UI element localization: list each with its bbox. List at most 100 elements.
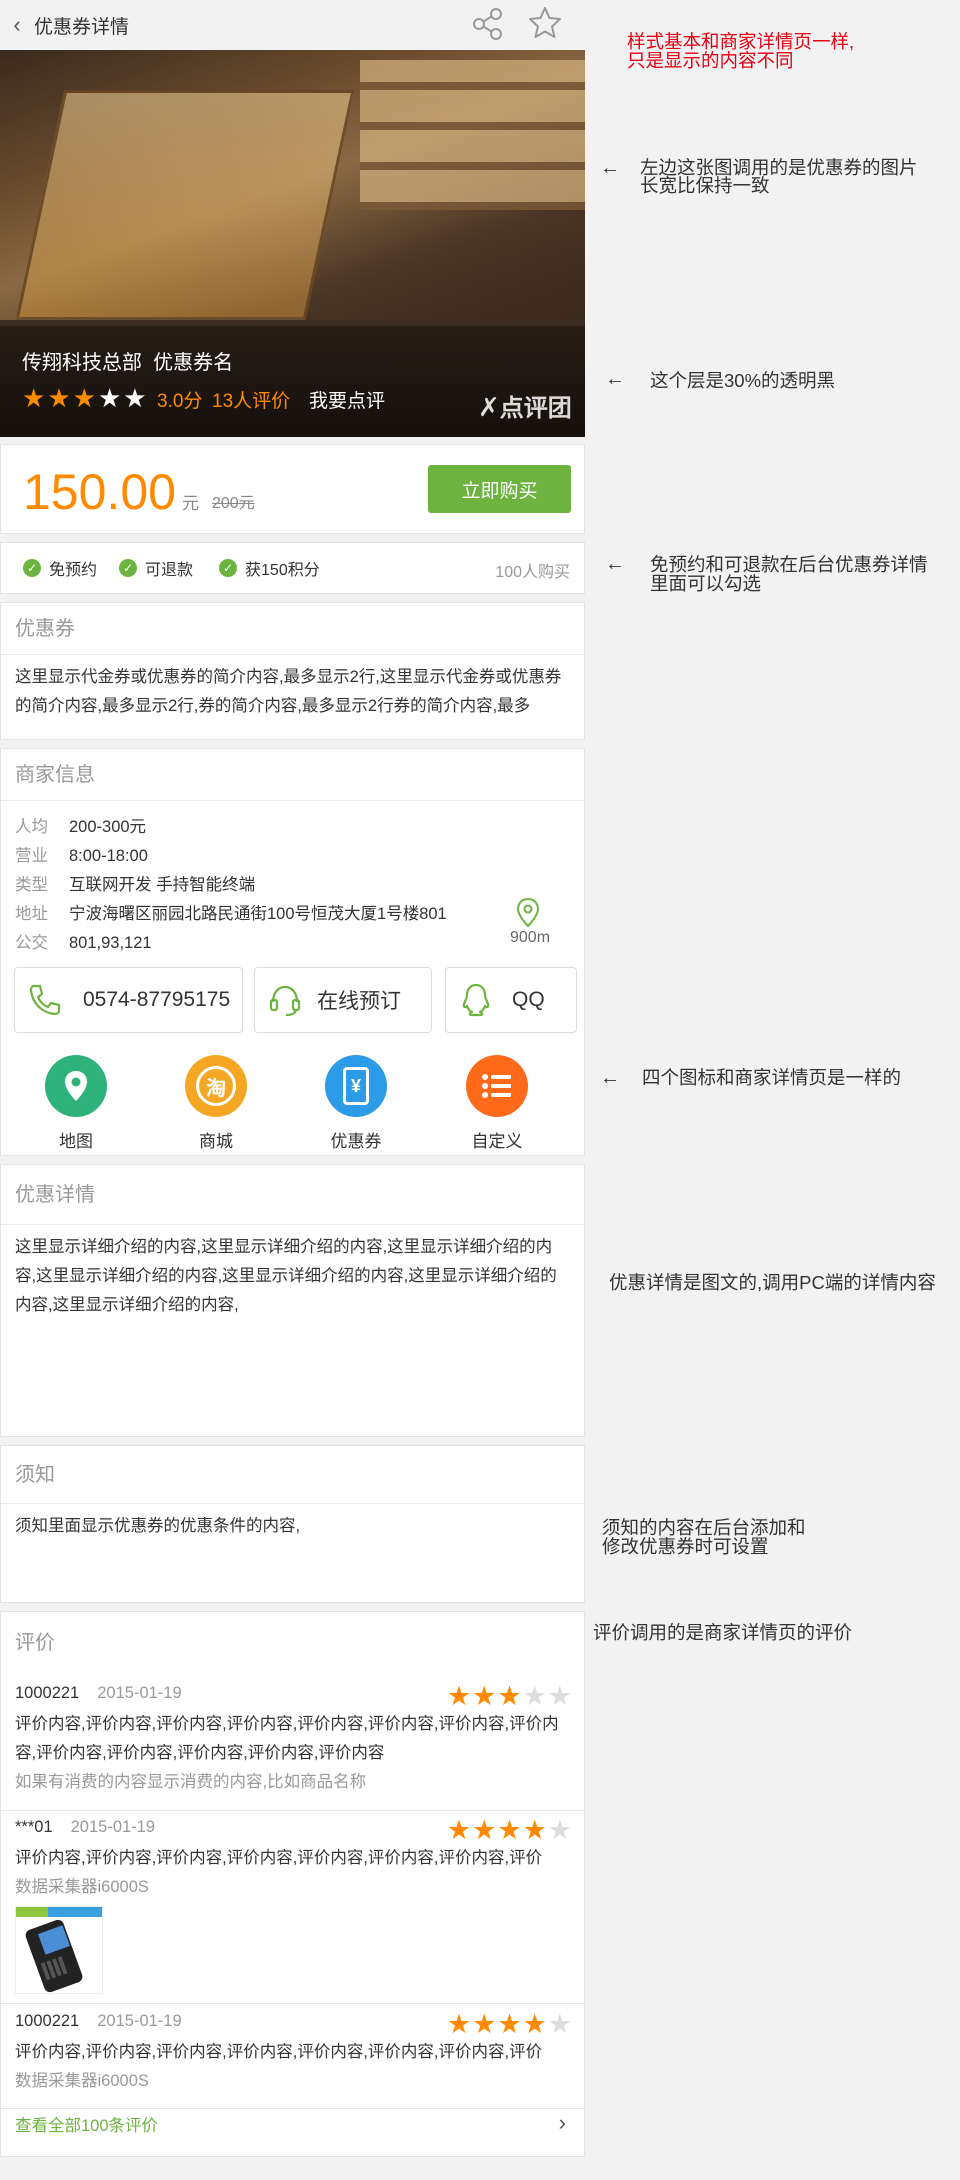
review-product: 数据采集器i6000S — [15, 1878, 149, 1896]
star-icon: ★ — [72, 383, 96, 413]
star-icon: ★ — [497, 1681, 522, 1711]
tag-refundable: ✓ 可退款 — [119, 556, 193, 580]
annotation-line: 评价调用的是商家详情页的评价 — [593, 1622, 853, 1643]
annotation-line: 里面可以勾选 — [650, 573, 762, 594]
section-title: 须知 — [1, 1446, 584, 1504]
buy-now-button[interactable]: 立即购买 — [428, 465, 571, 513]
buyer-count: 100人购买 — [495, 564, 570, 581]
star-icon: ★ — [522, 1815, 547, 1845]
booking-label: 在线预订 — [317, 990, 401, 1013]
check-circle-icon: ✓ — [23, 559, 41, 577]
star-icon: ★ — [472, 2009, 497, 2039]
call-button[interactable]: 0574-87795175 — [14, 967, 243, 1033]
map-pin-icon — [65, 1071, 87, 1101]
share-icon[interactable] — [469, 5, 507, 43]
info-address[interactable]: 地址 宁波海曙区丽园北路民通街100号恒茂大厦1号楼801 — [15, 900, 447, 924]
review-item: 1000221 2015-01-19 ★ ★ ★ ★ ★ 评价内容,评价内容,评价内容,评… — [15, 1681, 572, 1797]
see-all-reviews-link[interactable]: 查看全部100条评价 — [15, 2112, 158, 2136]
hero-title: 传翔科技总部 优惠券名 — [22, 346, 233, 375]
mall-shortcut-button[interactable]: 淘 — [185, 1055, 247, 1117]
notice-section: 须知 须知里面显示优惠券的优惠条件的内容, — [0, 1445, 585, 1603]
star-icon: ★ — [497, 2009, 522, 2039]
hero-review-count[interactable]: 13人评价 — [212, 386, 290, 413]
review-product: 数据采集器i6000S — [15, 2072, 149, 2090]
check-circle-icon: ✓ — [219, 559, 238, 577]
review-date: 2015-01-19 — [97, 1684, 182, 1702]
info-bus: 公交 801,93,121 — [15, 934, 152, 952]
annotation-line: 只是显示的内容不同 — [627, 50, 794, 71]
info-hours: 营业 8:00-18:00 — [15, 847, 148, 865]
phone-screen: ‹ 优惠券详情 传翔科技总部 优惠券名 ★ ★ ★ ★ ★ 3.0分 13人评价 我要点… — [0, 0, 586, 2180]
shortcut-label-custom: 自定义 — [471, 1132, 523, 1151]
coupon-detail-section: 优惠详情 这里显示详细介绍的内容,这里显示详细介绍的内容,这里显示详细介绍的内容… — [0, 1164, 585, 1437]
annotation-line: 优惠详情是图文的,调用PC端的详情内容 — [609, 1272, 936, 1293]
price-amount: 150.00 — [23, 464, 176, 520]
headset-icon — [269, 985, 301, 1017]
star-icon: ★ — [22, 383, 46, 413]
qq-button[interactable]: QQ — [445, 967, 577, 1033]
info-type: 类型 互联网开发 手持智能终端 — [15, 876, 256, 894]
star-icon: ★ — [547, 1681, 572, 1711]
phone-number: 0574-87795175 — [83, 988, 231, 1011]
section-title: 优惠券 — [1, 603, 584, 655]
tag-no-reservation: ✓ 免预约 — [23, 556, 97, 580]
review-item: ***01 2015-01-19 ★ ★ ★ ★ ★ 评价内容,评价内容,评价内容,评价内… — [15, 1815, 572, 1994]
star-icon: ★ — [472, 1815, 497, 1845]
annotation-line: 免预约和可退款在后台优惠券详情 — [650, 554, 928, 575]
top-bar: ‹ 优惠券详情 — [0, 0, 585, 50]
review-stars: ★ ★ ★ ★ ★ — [446, 1681, 572, 1711]
star-icon: ★ — [446, 1815, 472, 1845]
arrow-left-icon: ← — [605, 553, 625, 575]
shortcut-label-coupon: 优惠券 — [330, 1132, 382, 1151]
star-icon: ★ — [472, 1681, 497, 1711]
star-outline-icon[interactable] — [526, 4, 564, 42]
hero-rating-stars: ★ ★ ★ ★ ★ — [22, 385, 147, 411]
coupon-detail-text: 这里显示详细介绍的内容,这里显示详细介绍的内容,这里显示详细介绍的内容,这里显示… — [15, 1238, 557, 1314]
qq-icon — [462, 983, 490, 1017]
check-circle-icon: ✓ — [119, 559, 138, 577]
star-icon: ★ — [522, 1681, 547, 1711]
chevron-right-icon[interactable]: › — [559, 2110, 566, 2136]
star-icon: ★ — [97, 383, 122, 413]
section-title: 评价 — [15, 1632, 55, 1654]
chevron-left-icon: ‹ — [13, 12, 21, 37]
review-user: 1000221 — [15, 2012, 80, 2030]
map-shortcut-button[interactable] — [45, 1055, 107, 1117]
review-body: 评价内容,评价内容,评价内容,评价内容,评价内容,评价内容,评价内容,评价内容,… — [15, 1715, 559, 1762]
star-icon: ★ — [446, 1681, 472, 1711]
price-section: 150.00 元 200元 立即购买 — [0, 444, 585, 534]
phone-icon — [29, 984, 61, 1016]
qq-label: QQ — [512, 988, 545, 1011]
star-icon: ★ — [497, 1815, 522, 1845]
distance-text: 900m — [510, 929, 551, 946]
arrow-left-icon: ← — [600, 1067, 620, 1089]
arrow-left-icon: ← — [605, 368, 625, 390]
mall-icon: 淘 — [196, 1066, 236, 1106]
star-icon: ★ — [123, 383, 147, 413]
merchant-name: 传翔科技总部 — [22, 352, 142, 374]
shortcut-label-mall: 商城 — [199, 1132, 233, 1151]
custom-shortcut-button[interactable] — [466, 1055, 528, 1117]
page-title: 优惠券详情 — [34, 16, 130, 38]
coupon-shortcut-button[interactable]: ¥ — [325, 1055, 387, 1117]
review-photo[interactable] — [15, 1906, 103, 1994]
location-pin-icon[interactable] — [515, 897, 541, 929]
price-unit: 元 — [182, 494, 199, 513]
back-button[interactable]: ‹ — [0, 0, 34, 50]
review-user: ***01 — [15, 1818, 53, 1836]
original-price: 200元 — [212, 495, 255, 512]
write-review-link[interactable]: 我要点评 — [309, 386, 385, 413]
reviews-section: 评价 1000221 2015-01-19 ★ ★ ★ ★ ★ 评价内容,评价内容,评价内… — [0, 1611, 586, 2157]
coupon-intro-section: 优惠券 这里显示代金券或优惠券的简介内容,最多显示2行,这里显示代金券或优惠券的… — [0, 602, 585, 740]
section-title: 优惠详情 — [1, 1165, 584, 1225]
star-icon: ★ — [547, 1815, 572, 1845]
annotation-line: 长宽比保持一致 — [640, 175, 770, 196]
star-icon: ★ — [47, 383, 71, 413]
review-product: 如果有消费的内容显示消费的内容,比如商品名称 — [15, 1773, 367, 1791]
annotation-line: 四个图标和商家详情页是一样的 — [642, 1067, 902, 1088]
arrow-left-icon: ← — [600, 157, 620, 179]
coupon-tags: ✓ 免预约 ✓ 可退款 ✓ 获150积分 100人购买 — [0, 542, 585, 594]
online-booking-button[interactable]: 在线预订 — [254, 967, 432, 1033]
review-stars: ★ ★ ★ ★ ★ — [447, 2009, 572, 2039]
review-date: 2015-01-19 — [97, 2012, 182, 2030]
